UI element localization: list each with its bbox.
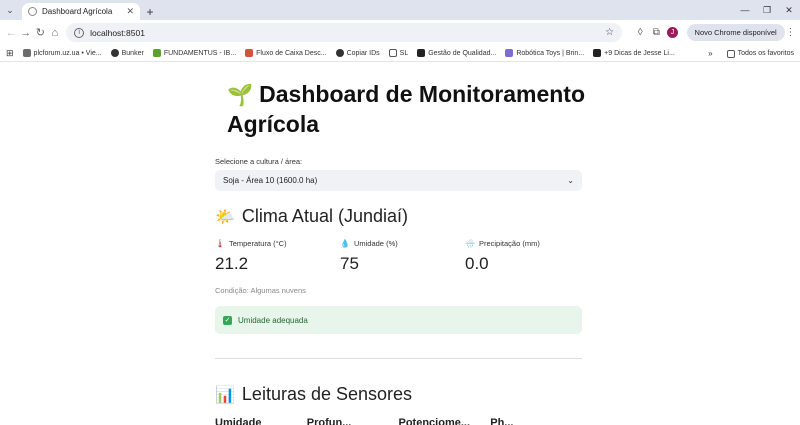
profile-avatar[interactable]: J bbox=[664, 23, 680, 43]
metric-label-row: 💧 Umidade (%) bbox=[340, 239, 465, 248]
bar-chart-icon: 📊 bbox=[215, 387, 235, 404]
sensor-column-heading: Profun... bbox=[306, 417, 352, 425]
bookmark-favicon-icon bbox=[22, 49, 31, 57]
bookmark-item[interactable]: FUNDAMENTUS - IB... bbox=[152, 49, 237, 57]
url-text[interactable]: localhost:8501 bbox=[90, 28, 605, 38]
sun-cloud-icon: 🌤️ bbox=[215, 209, 235, 226]
menu-dots-icon[interactable]: ⋮ bbox=[785, 27, 796, 38]
sensor-column-heading: Umidade bbox=[215, 417, 262, 425]
divider bbox=[215, 358, 582, 359]
check-icon: ✓ bbox=[223, 315, 232, 325]
tab-close-icon[interactable]: ✕ bbox=[126, 6, 134, 17]
back-icon[interactable]: ← bbox=[4, 24, 19, 42]
bookmark-item[interactable]: Fluxo de Caixa Desc... bbox=[245, 49, 327, 57]
sensors-title: Leituras de Sensores bbox=[241, 384, 413, 404]
page-title: 🌱 Dashboard de Monitoramento Agrícola bbox=[227, 80, 587, 139]
crop-select-value: Soja - Área 10 (1600.0 ha) bbox=[223, 176, 318, 185]
sensor-column-heading: Potenciome... bbox=[398, 417, 471, 425]
app-page: 🌱 Dashboard de Monitoramento Agrícola Sel… bbox=[0, 63, 800, 425]
bookmark-label: Copiar IDs bbox=[346, 49, 380, 57]
tab-search-icon[interactable]: ⌄ bbox=[0, 0, 20, 20]
metric-label: Temperatura (°C) bbox=[228, 239, 287, 248]
crop-select-label: Selecione a cultura / área: bbox=[215, 157, 303, 166]
extensions-puzzle-icon[interactable]: ⧉ bbox=[648, 23, 664, 43]
weather-title: Clima Atual (Jundiaí) bbox=[241, 206, 408, 226]
weather-heading: 🌤️ Clima Atual (Jundiaí) bbox=[215, 206, 408, 227]
bookmark-favicon-icon bbox=[152, 49, 161, 57]
globe-icon bbox=[110, 49, 119, 57]
metric-label-row: 🌡️ Temperatura (°C) bbox=[215, 239, 340, 248]
minimize-icon[interactable]: — bbox=[734, 0, 756, 20]
bookmark-favicon-icon bbox=[593, 49, 602, 57]
metric-label-row: 🌧️ Precipitação (mm) bbox=[465, 239, 590, 248]
bookmark-label: Gestão de Qualidad... bbox=[428, 49, 497, 57]
tab-favicon-icon bbox=[28, 7, 37, 16]
chevron-down-icon: ⌄ bbox=[567, 176, 574, 185]
metric-temperature: 🌡️ Temperatura (°C) 21.2 bbox=[215, 239, 340, 274]
metric-humidity: 💧 Umidade (%) 75 bbox=[340, 239, 465, 274]
bookmark-label: plcforum.uz.ua • Vie... bbox=[33, 49, 102, 57]
metric-label: Umidade (%) bbox=[353, 239, 398, 248]
metric-value: 75 bbox=[340, 254, 359, 273]
browser-toolbar: ← → ↻ ⌂ i localhost:8501 ☆ ◊ ⧉ J Novo Ch… bbox=[0, 20, 800, 45]
extension-drop-icon[interactable]: ◊ bbox=[632, 23, 648, 43]
window-controls: — ❐ ✕ bbox=[734, 0, 800, 20]
reload-icon[interactable]: ↻ bbox=[33, 24, 48, 42]
bookmarks-bar: ⊞ plcforum.uz.ua • Vie... Bunker FUNDAME… bbox=[0, 45, 800, 62]
bookmark-item[interactable]: +9 Dicas de Jesse Li... bbox=[593, 49, 675, 57]
metric-value: 21.2 bbox=[215, 254, 249, 273]
folder-icon bbox=[388, 49, 397, 57]
bookmark-label: Bunker bbox=[121, 49, 144, 57]
bookmark-label: Robótica Toys | Brin... bbox=[516, 49, 585, 57]
profile-initial: J bbox=[666, 27, 678, 38]
bookmark-item[interactable]: Bunker bbox=[110, 49, 144, 57]
restore-icon[interactable]: ❐ bbox=[756, 0, 778, 20]
weather-condition: Condição: Algumas nuvens bbox=[215, 286, 306, 295]
home-icon[interactable]: ⌂ bbox=[48, 24, 63, 42]
bookmark-favicon-icon bbox=[245, 49, 254, 57]
seedling-icon: 🌱 bbox=[227, 84, 254, 107]
address-bar[interactable]: i localhost:8501 ☆ bbox=[66, 23, 623, 42]
metric-value: 0.0 bbox=[465, 254, 489, 273]
bookmark-label: SL bbox=[399, 49, 409, 57]
sensor-column-heading: Ph... bbox=[490, 417, 514, 425]
globe-icon bbox=[335, 49, 344, 57]
new-tab-button[interactable]: + bbox=[140, 3, 160, 20]
site-info-icon[interactable]: i bbox=[74, 27, 85, 38]
bookmark-label: FUNDAMENTUS - IB... bbox=[163, 49, 237, 57]
bookmark-item[interactable]: Gestão de Qualidad... bbox=[417, 49, 496, 57]
more-bookmarks-icon[interactable]: » bbox=[708, 49, 712, 58]
bookmark-favicon-icon bbox=[505, 49, 514, 57]
forward-icon[interactable]: → bbox=[19, 24, 34, 42]
tab-dashboard[interactable]: Dashboard Agrícola ✕ bbox=[22, 3, 140, 20]
bookmark-favicon-icon bbox=[417, 49, 426, 57]
bookmark-label: Fluxo de Caixa Desc... bbox=[256, 49, 327, 57]
apps-grid-icon[interactable]: ⊞ bbox=[6, 48, 14, 59]
tab-strip: ⌄ Dashboard Agrícola ✕ + — ❐ ✕ bbox=[0, 0, 800, 20]
sensor-columns-cutoff: Umidade Profun... Potenciome... Ph... bbox=[215, 417, 582, 425]
metric-label: Precipitação (mm) bbox=[478, 239, 540, 248]
crop-select[interactable]: Soja - Área 10 (1600.0 ha) ⌄ bbox=[215, 170, 582, 191]
tab-title: Dashboard Agrícola bbox=[42, 7, 113, 16]
page-title-text: Dashboard de Monitoramento Agrícola bbox=[227, 81, 586, 137]
metric-precipitation: 🌧️ Precipitação (mm) 0.0 bbox=[465, 239, 590, 274]
bookmark-folder[interactable]: SL bbox=[388, 49, 409, 57]
rain-cloud-icon: 🌧️ bbox=[465, 239, 475, 248]
alert-text: Umidade adequada bbox=[238, 315, 308, 325]
all-bookmarks-folder[interactable]: Todos os favoritos bbox=[726, 49, 794, 58]
bookmark-label: Todos os favoritos bbox=[737, 50, 794, 57]
success-alert: ✓ Umidade adequada bbox=[215, 306, 582, 334]
bookmark-item[interactable]: plcforum.uz.ua • Vie... bbox=[22, 49, 102, 57]
folder-icon bbox=[726, 49, 735, 58]
bookmark-label: +9 Dicas de Jesse Li... bbox=[604, 49, 675, 57]
droplet-icon: 💧 bbox=[340, 239, 350, 248]
close-window-icon[interactable]: ✕ bbox=[778, 0, 800, 20]
chrome-update-button[interactable]: Novo Chrome disponível bbox=[686, 24, 785, 41]
bookmark-item[interactable]: Robótica Toys | Brin... bbox=[505, 49, 584, 57]
bookmarks-right: » Todos os favoritos bbox=[708, 45, 794, 62]
bookmark-item[interactable]: Copiar IDs bbox=[335, 49, 380, 57]
thermometer-icon: 🌡️ bbox=[215, 239, 225, 248]
bookmark-star-icon[interactable]: ☆ bbox=[605, 27, 614, 38]
sensors-heading: 📊 Leituras de Sensores bbox=[215, 384, 412, 405]
